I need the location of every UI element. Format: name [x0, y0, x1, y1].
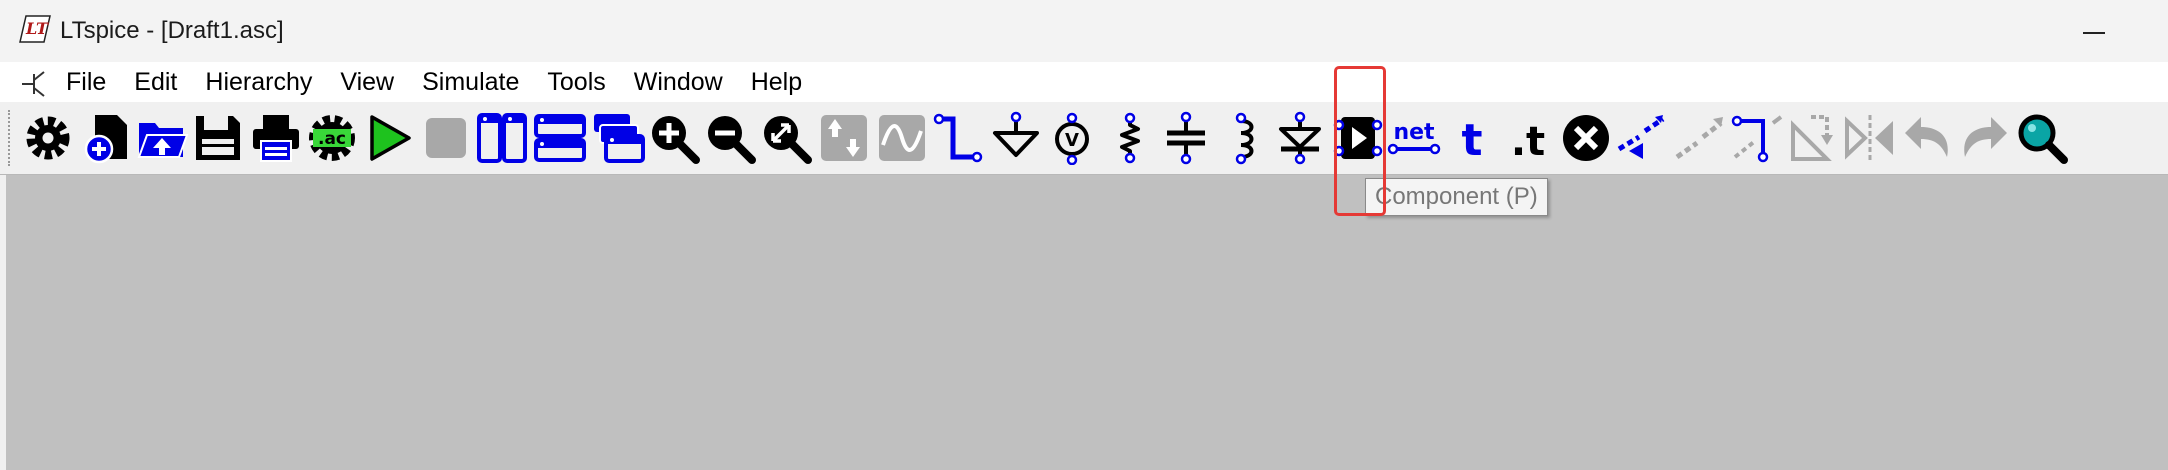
redo-button[interactable]: [1956, 110, 2012, 166]
resistor-button[interactable]: [1102, 110, 1158, 166]
voltage-source-button[interactable]: V: [1044, 110, 1100, 166]
schematic-workspace[interactable]: [6, 175, 2168, 470]
svg-text:V: V: [1065, 130, 1079, 151]
stop-icon: [426, 118, 466, 158]
svg-text:LT: LT: [25, 19, 49, 38]
run-button[interactable]: [360, 110, 416, 166]
tile-horizontal-button[interactable]: [532, 110, 588, 166]
zoom-fit-button[interactable]: [758, 110, 814, 166]
svg-text:net: net: [1393, 120, 1435, 145]
svg-text:t: t: [1461, 115, 1482, 165]
inductor-button[interactable]: [1216, 110, 1272, 166]
tile-horizontal-icon: [534, 114, 586, 162]
component-icon: [1333, 117, 1383, 159]
undo-icon: [1905, 117, 1948, 157]
delete-button[interactable]: [1558, 110, 1614, 166]
component-button[interactable]: [1330, 110, 1386, 166]
duplicate-icon: [1617, 115, 1665, 159]
delete-icon: [1563, 115, 1609, 161]
ltspice-window: LT LTspice - [Draft1.asc] File Edit Hier…: [0, 0, 2168, 470]
menu-edit[interactable]: Edit: [120, 62, 191, 102]
menu-hierarchy[interactable]: Hierarchy: [191, 62, 326, 102]
net-label-icon: net: [1387, 120, 1441, 155]
spice-directive-button[interactable]: .t: [1500, 110, 1556, 166]
mirror-icon: [1845, 115, 1893, 161]
title-bar: LT LTspice - [Draft1.asc]: [0, 0, 2168, 62]
menu-file[interactable]: File: [52, 62, 120, 102]
move-icon: [1675, 117, 1723, 160]
gear-icon: [26, 116, 70, 160]
new-document-icon: [84, 115, 127, 164]
window-title: LTspice - [Draft1.asc]: [60, 17, 284, 44]
capacitor-icon: [1167, 111, 1205, 165]
duplicate-button[interactable]: [1614, 110, 1670, 166]
find-button[interactable]: [2014, 110, 2070, 166]
tile-vertical-button[interactable]: [474, 110, 530, 166]
system-menu-transistor-icon[interactable]: [18, 68, 50, 98]
autorange-button[interactable]: [816, 110, 872, 166]
text-button[interactable]: t: [1444, 110, 1500, 166]
resistor-icon: [1120, 112, 1140, 164]
menu-items: File Edit Hierarchy View Simulate Tools …: [52, 62, 816, 102]
play-icon: [370, 115, 411, 161]
menu-help[interactable]: Help: [737, 62, 816, 102]
spice-directive-icon: .t: [1511, 119, 1545, 165]
drag-button[interactable]: [1728, 110, 1784, 166]
diode-button[interactable]: [1272, 110, 1328, 166]
minimize-button[interactable]: [2062, 12, 2126, 54]
move-button[interactable]: [1672, 110, 1728, 166]
rotate-button[interactable]: [1786, 110, 1842, 166]
zoom-out-button[interactable]: [702, 110, 758, 166]
net-label-button[interactable]: net: [1386, 110, 1442, 166]
rotate-icon: [1791, 115, 1833, 161]
cascade-icon: [594, 114, 645, 163]
undo-button[interactable]: [1900, 110, 1956, 166]
print-button[interactable]: [248, 110, 304, 166]
drag-icon: [1731, 115, 1783, 163]
cascade-button[interactable]: [590, 110, 646, 166]
waveform-icon: [879, 115, 925, 161]
ltspice-logo-icon: LT: [19, 15, 51, 43]
zoom-in-icon: [652, 116, 700, 164]
wire-button[interactable]: [930, 110, 986, 166]
menu-tools[interactable]: Tools: [533, 62, 619, 102]
ground-icon: [993, 111, 1039, 157]
toolbar-grip[interactable]: [8, 110, 14, 166]
menu-view[interactable]: View: [326, 62, 408, 102]
open-folder-icon: [137, 123, 189, 158]
wire-icon: [933, 113, 983, 163]
find-icon: [2018, 114, 2068, 164]
autorange-icon: [821, 115, 867, 161]
text-icon: t: [1461, 115, 1482, 165]
inductor-icon: [1235, 112, 1254, 165]
menu-simulate[interactable]: Simulate: [408, 62, 533, 102]
svg-text:.ac: .ac: [318, 129, 346, 149]
save-icon: [196, 116, 240, 160]
zoom-out-icon: [708, 116, 756, 164]
diode-icon: [1279, 111, 1321, 165]
printer-icon: [253, 115, 299, 162]
new-schematic-button[interactable]: [78, 110, 134, 166]
menu-window[interactable]: Window: [620, 62, 737, 102]
toolbar: .ac V net t .t: [0, 102, 2168, 175]
voltage-source-icon: V: [1055, 112, 1089, 165]
ground-button[interactable]: [988, 110, 1044, 166]
minimize-icon: [2083, 32, 2105, 34]
settings-button[interactable]: [20, 110, 76, 166]
waveform-button[interactable]: [874, 110, 930, 166]
open-button[interactable]: [134, 110, 190, 166]
edit-simulation-command-button[interactable]: .ac: [304, 110, 360, 166]
zoom-in-button[interactable]: [646, 110, 702, 166]
save-button[interactable]: [190, 110, 246, 166]
zoom-fit-icon: [764, 116, 812, 164]
svg-text:.t: .t: [1511, 119, 1545, 165]
halt-button[interactable]: [418, 110, 474, 166]
mirror-button[interactable]: [1842, 110, 1898, 166]
tile-vertical-icon: [477, 113, 527, 163]
redo-icon: [1964, 117, 2007, 157]
ac-gear-icon: .ac: [309, 115, 355, 161]
component-tooltip: Component (P): [1365, 178, 1548, 216]
capacitor-button[interactable]: [1158, 110, 1214, 166]
menu-bar: File Edit Hierarchy View Simulate Tools …: [0, 62, 2168, 102]
